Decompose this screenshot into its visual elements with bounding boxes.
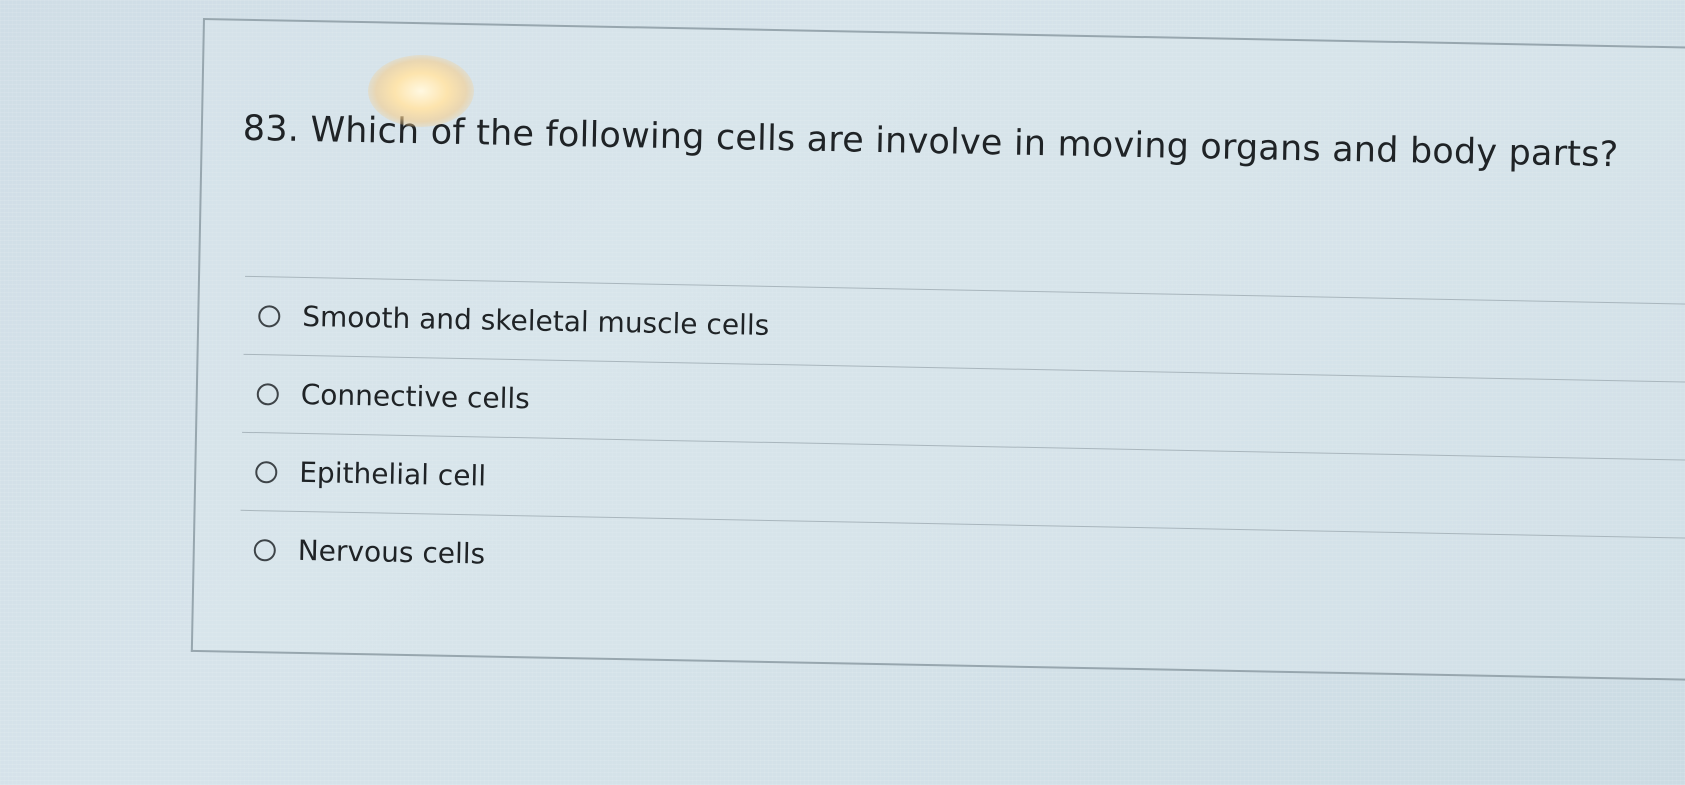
radio-button[interactable]	[256, 382, 280, 406]
answer-label: Nervous cells	[297, 533, 486, 571]
question-text: 83. Which of the following cells are inv…	[242, 108, 1619, 176]
answer-label: Epithelial cell	[298, 455, 487, 493]
question-card: 83. Which of the following cells are inv…	[190, 18, 1685, 681]
answer-options: Smooth and skeletal muscle cells Connect…	[239, 275, 1685, 617]
radio-button[interactable]	[255, 460, 278, 484]
answer-label: Smooth and skeletal muscle cells	[301, 299, 770, 342]
answer-label: Connective cells	[300, 377, 531, 416]
radio-button[interactable]	[253, 538, 277, 561]
radio-button[interactable]	[258, 304, 281, 328]
